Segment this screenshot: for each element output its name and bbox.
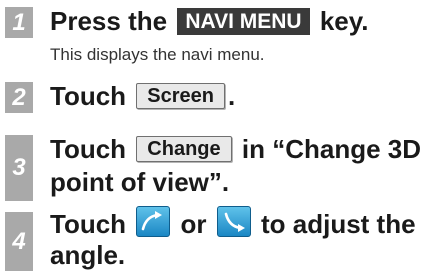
navi-menu-key: NAVI MENU (177, 8, 310, 35)
tilt-up-icon[interactable] (136, 206, 171, 237)
step-text-line2: point of view”. (50, 167, 230, 197)
step-text-before: Touch (50, 134, 127, 164)
step-text-before: Touch (50, 209, 127, 239)
step-number: 1 (5, 7, 33, 38)
step-text-after: in “Change 3D (241, 134, 422, 164)
screen-button[interactable]: Screen (136, 83, 226, 109)
step-text-line2: angle. (50, 240, 126, 270)
step-text: Touch Change in “Change 3D (50, 133, 421, 166)
step-text: Press the NAVI MENU key. (50, 5, 369, 38)
step-number: 4 (5, 212, 33, 271)
change-button[interactable]: Change (136, 136, 232, 162)
step-text-before: Touch (50, 81, 127, 111)
step-number: 2 (5, 82, 33, 113)
step-text: Touch Screen. (50, 80, 235, 113)
step-text-after: key. (319, 6, 369, 36)
step-text-after: . (228, 81, 236, 111)
step-number: 3 (5, 135, 33, 201)
step-text-middle: or (180, 209, 207, 239)
tilt-down-icon[interactable] (216, 206, 251, 237)
step-text-before: Press the (50, 6, 168, 36)
step-text: Touch or to adjust the (50, 206, 416, 241)
step-subtext: This displays the navi menu. (50, 45, 265, 64)
step-text-after: to adjust the (261, 209, 416, 239)
